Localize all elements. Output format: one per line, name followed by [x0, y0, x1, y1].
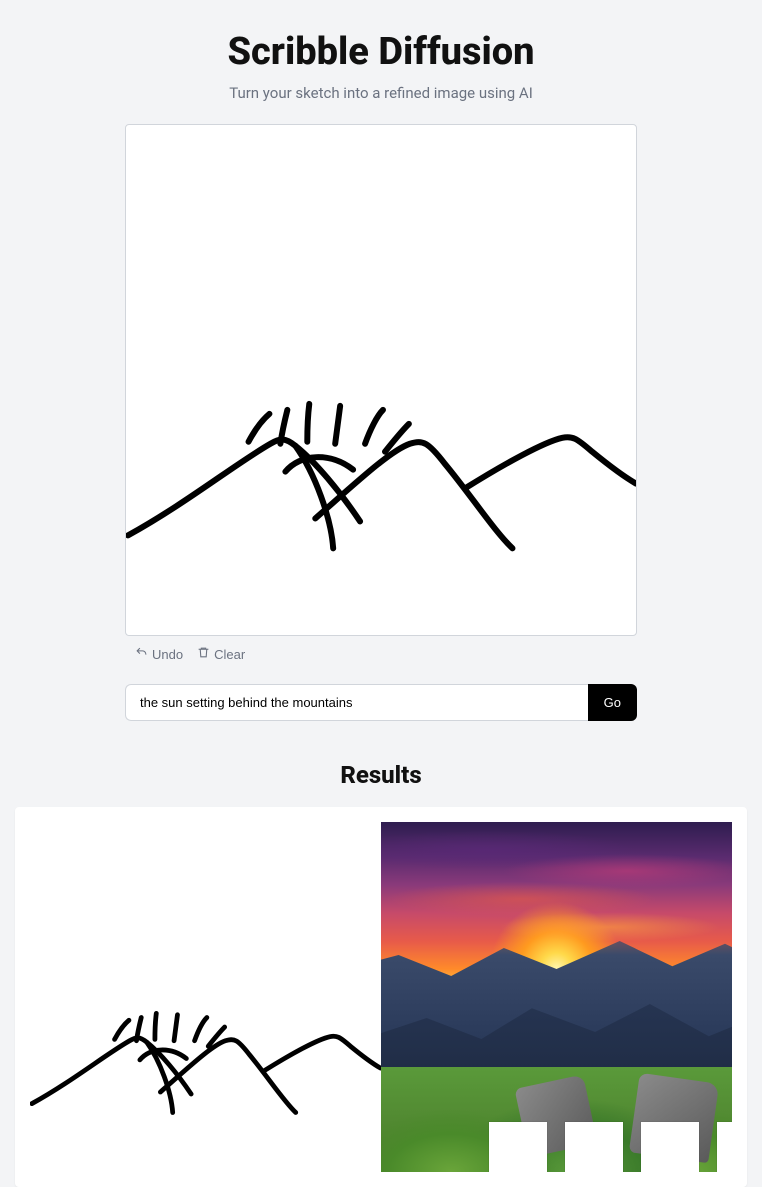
- result-input-sketch: [30, 822, 381, 1172]
- result-card: [15, 807, 747, 1187]
- trash-icon: [197, 646, 210, 662]
- page-title: Scribble Diffusion: [125, 30, 637, 74]
- undo-icon: [135, 646, 148, 662]
- clear-button[interactable]: Clear: [197, 646, 245, 662]
- go-button[interactable]: Go: [588, 684, 637, 721]
- sketch-canvas[interactable]: [125, 124, 637, 636]
- result-generated-image: [381, 822, 732, 1172]
- undo-button[interactable]: Undo: [135, 646, 183, 662]
- prompt-input[interactable]: [125, 684, 588, 721]
- clear-label: Clear: [214, 647, 245, 662]
- results-heading: Results: [0, 761, 762, 789]
- sketch-drawing: [126, 125, 636, 635]
- undo-label: Undo: [152, 647, 183, 662]
- page-subtitle: Turn your sketch into a refined image us…: [125, 84, 637, 102]
